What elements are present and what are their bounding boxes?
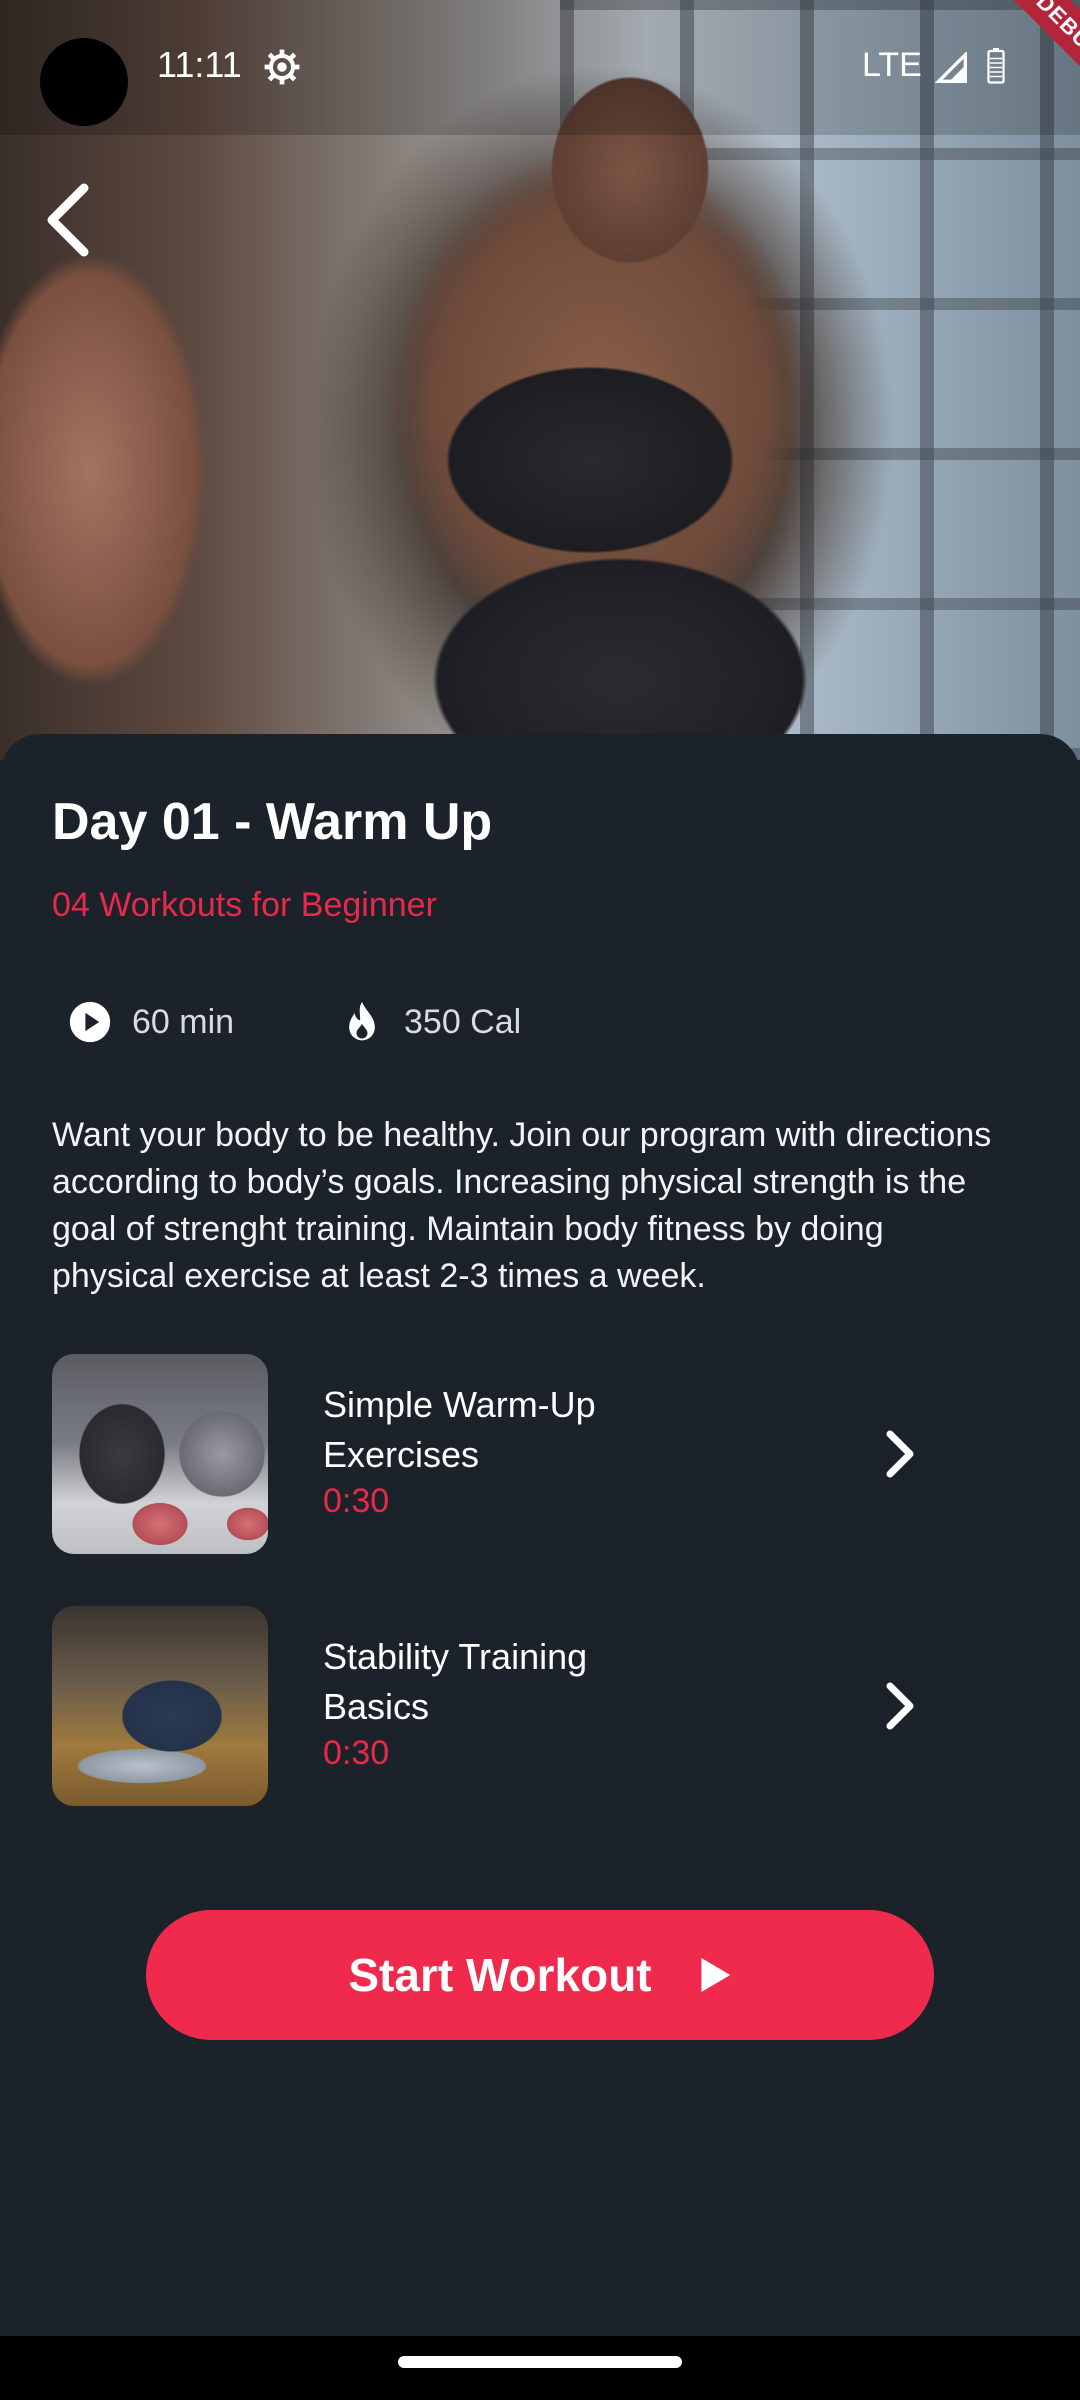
exercise-thumbnail [52,1606,268,1806]
exercise-duration: 0:30 [323,1734,390,1772]
hero-foreground-figure [0,180,270,760]
play-icon [701,1958,730,1992]
status-time: 11:11 [157,44,242,85]
workout-title: Day 01 - Warm Up [52,793,493,851]
play-circle-icon [69,1001,111,1043]
duration-stat: 60 min [68,992,234,1052]
battery-icon [987,48,1005,84]
exercise-name: Stability Training Basics [323,1636,588,1727]
workout-description: Want your body to be healthy. Join our p… [52,1116,992,1295]
flame-icon [349,1001,375,1041]
chevron-right-icon [886,1430,914,1478]
chevron-right-icon [886,1682,914,1730]
calories-stat: 350 Cal [340,992,521,1052]
gear-icon [264,49,300,85]
exercise-item[interactable]: Stability Training Basics 0:30 [52,1606,1012,1806]
exercise-name: Simple Warm-Up Exercises [323,1384,596,1475]
network-label: LTE [862,46,922,84]
camera-cutout [40,38,128,126]
system-nav-bar [0,2336,1080,2400]
hero-athlete [300,40,900,760]
back-button[interactable] [40,180,100,260]
start-workout-button[interactable]: Start Workout [146,1910,934,2040]
exercise-thumbnail [52,1354,268,1554]
duration-value: 60 min [132,1002,235,1041]
workout-subtitle: 04 Workouts for Beginner [52,886,437,924]
signal-icon [935,52,967,83]
exercise-item[interactable]: Simple Warm-Up Exercises 0:30 [52,1354,1012,1554]
home-indicator[interactable] [398,2356,682,2368]
start-workout-label: Start Workout [348,1949,652,2001]
exercise-duration: 0:30 [323,1482,390,1520]
calories-value: 350 Cal [404,1002,522,1041]
